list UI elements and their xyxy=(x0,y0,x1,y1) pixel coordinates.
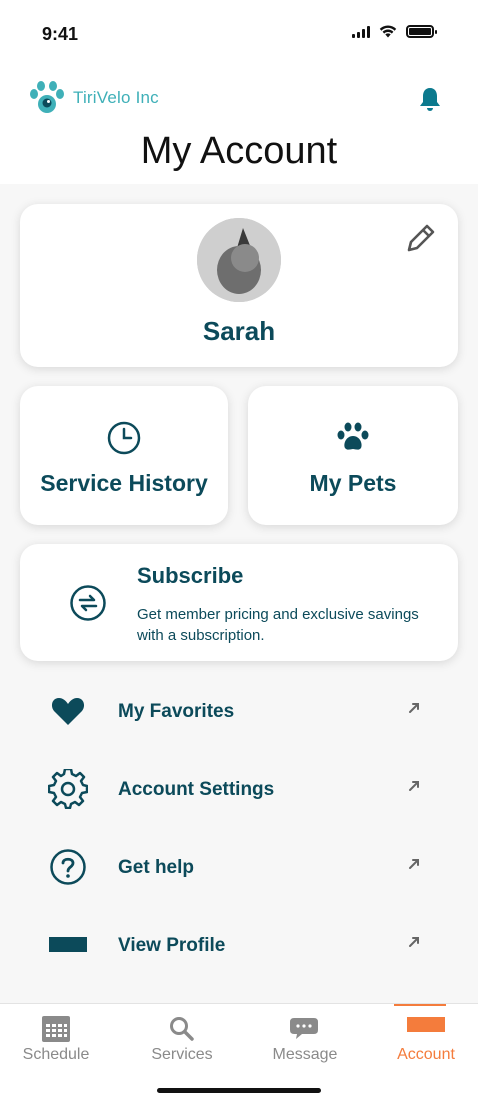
profile-avatar[interactable] xyxy=(197,218,281,302)
paw-logo-icon xyxy=(30,81,64,113)
brand-logo: TiriVelo Inc xyxy=(28,80,159,116)
account-icon xyxy=(366,1016,478,1034)
gear-icon xyxy=(48,769,88,809)
subscribe-description: Get member pricing and exclusive savings… xyxy=(137,606,419,644)
menu-item-view-profile[interactable]: View Profile xyxy=(0,925,478,987)
status-bar: 9:41 xyxy=(0,0,478,60)
page-title: My Account xyxy=(140,130,338,172)
chat-icon xyxy=(245,1016,365,1042)
subscribe-title: Subscribe xyxy=(137,563,244,588)
notification-bell-icon[interactable] xyxy=(418,86,442,117)
brand-name: TiriVelo Inc xyxy=(73,88,159,107)
heart-icon xyxy=(48,691,88,731)
menu-item-my-favorites[interactable]: My Favorites xyxy=(0,691,478,753)
tab-schedule[interactable]: Schedule xyxy=(0,1004,116,1074)
arrow-icon xyxy=(407,701,421,720)
profile-icon xyxy=(48,925,88,965)
arrow-icon xyxy=(407,779,421,798)
search-icon xyxy=(122,1016,242,1042)
menu-label: Account Settings xyxy=(118,779,275,800)
home-indicator xyxy=(157,1088,321,1093)
my-pets-label: My Pets xyxy=(309,470,397,496)
status-time: 9:41 xyxy=(42,24,79,44)
battery-icon xyxy=(406,25,437,38)
edit-pencil-icon[interactable] xyxy=(405,222,437,259)
tab-label: Message xyxy=(272,1046,338,1063)
question-icon xyxy=(48,847,88,887)
profile-name: Sarah xyxy=(202,316,276,346)
tab-label: Services xyxy=(151,1046,213,1063)
service-history-label: Service History xyxy=(40,470,208,496)
menu-label: Get help xyxy=(118,857,195,878)
tab-label: Account xyxy=(397,1046,455,1063)
menu-label: My Favorites xyxy=(118,701,235,722)
calendar-icon xyxy=(0,1016,116,1042)
paw-icon xyxy=(336,422,370,459)
clock-icon xyxy=(106,420,142,461)
tab-label: Schedule xyxy=(22,1046,90,1063)
refresh-cycle-icon xyxy=(69,584,107,627)
tab-account[interactable]: Account xyxy=(366,1004,478,1074)
arrow-icon xyxy=(407,935,421,954)
signal-icon xyxy=(352,25,370,38)
tab-services[interactable]: Services xyxy=(122,1004,242,1074)
menu-item-account-settings[interactable]: Account Settings xyxy=(0,769,478,831)
status-icons xyxy=(352,25,437,38)
menu-label: View Profile xyxy=(118,935,226,956)
my-pets-tile[interactable]: My Pets xyxy=(248,386,458,525)
wifi-icon xyxy=(379,25,397,38)
menu-item-get-help[interactable]: Get help xyxy=(0,847,478,909)
tab-message[interactable]: Message xyxy=(245,1004,365,1074)
arrow-icon xyxy=(407,857,421,876)
service-history-tile[interactable]: Service History xyxy=(20,386,228,525)
